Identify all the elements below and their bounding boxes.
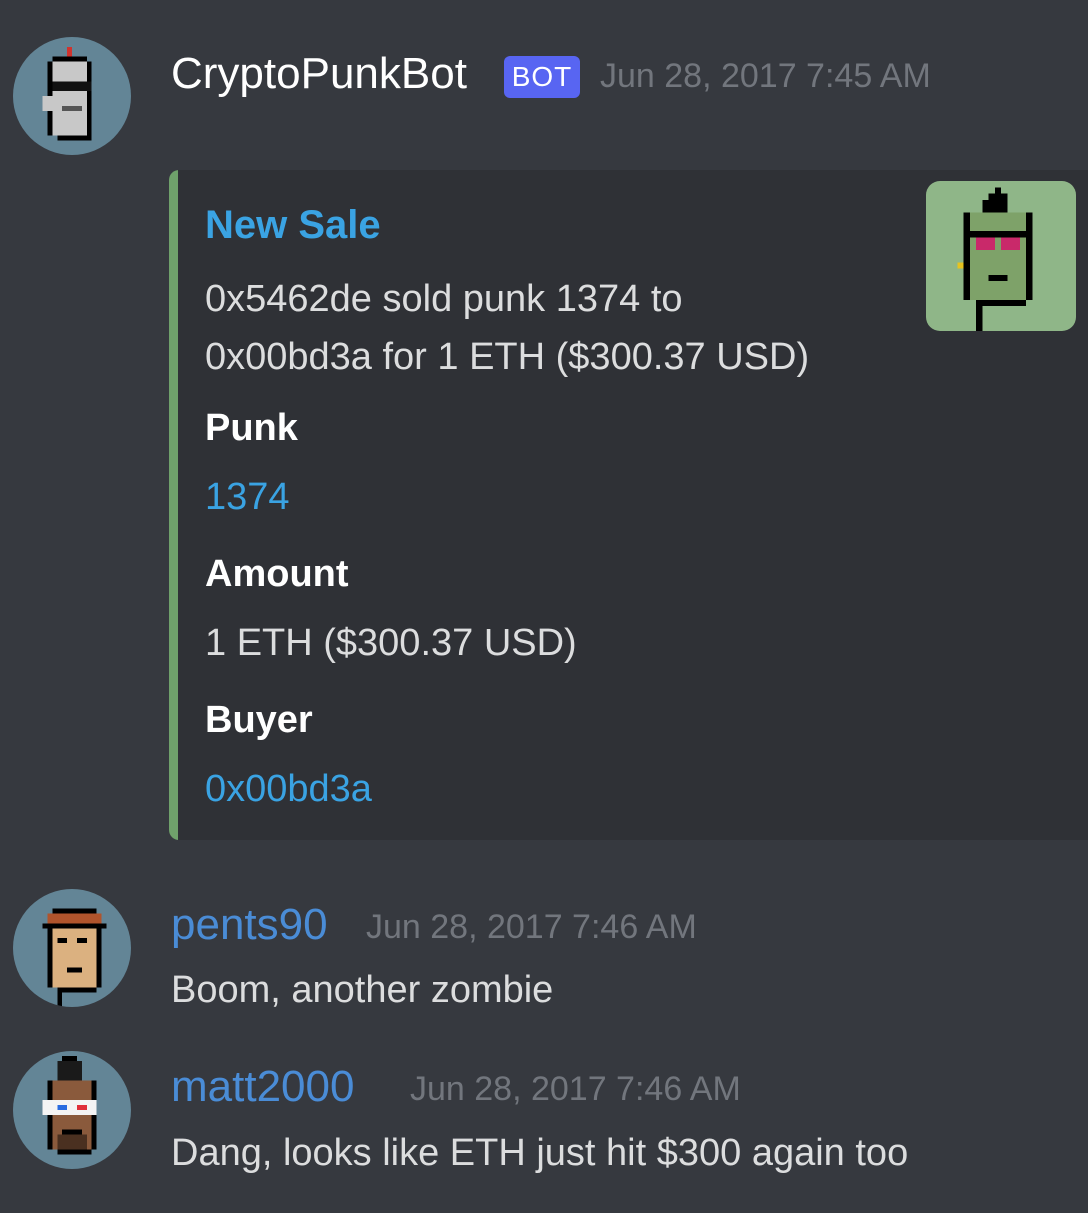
embed-title[interactable]: New Sale [205, 200, 381, 250]
embed-description-line: 0x5462de sold punk 1374 to [205, 278, 683, 320]
sale-embed: New Sale 0x5462de sold punk 1374 to 0x00… [169, 170, 1088, 840]
user-avatar[interactable] [13, 889, 131, 1007]
message-text: Dang, looks like ETH just hit $300 again… [171, 1132, 909, 1174]
field-name-buyer: Buyer [205, 699, 313, 741]
field-value-punk-link[interactable]: 1374 [205, 473, 290, 521]
embed-accent-bar [169, 170, 178, 840]
bot-badge: BOT [504, 56, 580, 98]
message-timestamp: Jun 28, 2017 7:46 AM [366, 908, 697, 946]
user-avatar[interactable] [13, 1051, 131, 1169]
zombie-punk-icon [957, 187, 1033, 331]
bot-avatar[interactable] [13, 37, 131, 155]
beanie-punk-icon [42, 908, 107, 1007]
message-text: Boom, another zombie [171, 969, 554, 1011]
punk-thumbnail[interactable] [926, 181, 1076, 331]
embed-description: 0x5462de sold punk 1374 to 0x00bd3a for … [205, 270, 809, 386]
user-username[interactable]: matt2000 [171, 1061, 354, 1113]
message-timestamp: Jun 28, 2017 7:46 AM [410, 1070, 741, 1108]
user-username[interactable]: pents90 [171, 899, 328, 951]
message-timestamp: Jun 28, 2017 7:45 AM [600, 57, 931, 95]
mohawk-punk-icon [42, 1055, 97, 1155]
embed-description-line: 0x00bd3a for 1 ETH ($300.37 USD) [205, 336, 810, 378]
field-name-punk: Punk [205, 407, 298, 449]
field-value-amount: 1 ETH ($300.37 USD) [205, 622, 577, 664]
field-value-buyer-link[interactable]: 0x00bd3a [205, 765, 372, 813]
field-name-amount: Amount [205, 553, 349, 595]
bot-username[interactable]: CryptoPunkBot [171, 48, 467, 100]
robot-punk-icon [42, 46, 92, 141]
